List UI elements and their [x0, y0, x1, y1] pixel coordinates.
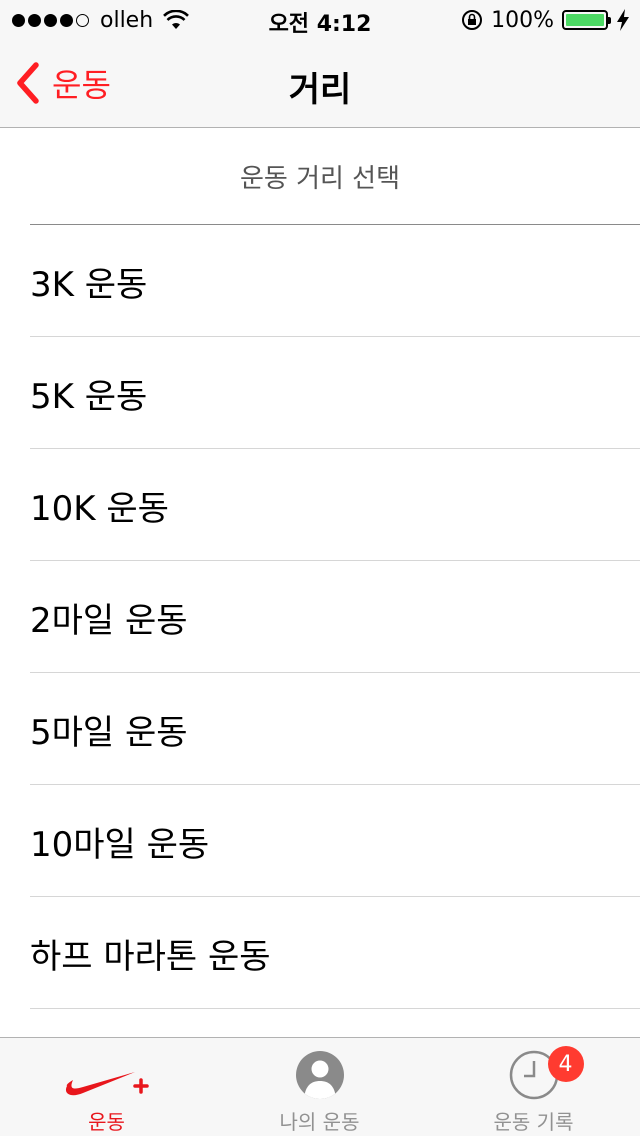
list-item-label: 3K 운동	[30, 264, 148, 305]
content: 운동 거리 선택 3K 운동 5K 운동 10K 운동 2마일 운동 5마일 운…	[0, 129, 640, 1037]
list-item-label: 10K 운동	[30, 488, 169, 529]
list-item-5k[interactable]: 5K 운동	[0, 337, 640, 449]
profile-icon	[295, 1051, 344, 1099]
battery-percent: 100%	[491, 7, 554, 33]
list-item-label: 하프 마라톤 운동	[30, 936, 271, 977]
distance-list: 3K 운동 5K 운동 10K 운동 2마일 운동 5마일 운동 10마일 운동…	[0, 225, 640, 1009]
status-bar: olleh 오전 4:12 100%	[0, 0, 640, 40]
history-badge: 4	[547, 1046, 584, 1082]
tab-my-workouts[interactable]: 나의 운동	[213, 1038, 426, 1136]
list-item-half-marathon[interactable]: 하프 마라톤 운동	[0, 897, 640, 1009]
list-item-5mile[interactable]: 5마일 운동	[0, 673, 640, 785]
tab-history[interactable]: 4 운동 기록	[427, 1038, 640, 1136]
nike-plus-icon	[65, 1072, 149, 1096]
list-item-label: 5마일 운동	[30, 712, 188, 753]
tab-label: 나의 운동	[279, 1110, 360, 1134]
tab-label: 운동 기록	[493, 1110, 574, 1134]
charging-bolt-icon	[617, 9, 629, 31]
section-header: 운동 거리 선택	[30, 129, 640, 225]
navigation-bar: 운동 거리	[0, 40, 640, 128]
screen: olleh 오전 4:12 100% 운동 거리 운동 거리 선택 3K 운동 …	[0, 0, 640, 1136]
list-item-10mile[interactable]: 10마일 운동	[0, 785, 640, 897]
tab-bar: 운동 나의 운동 4 운동 기록	[0, 1037, 640, 1136]
list-item-label: 2마일 운동	[30, 600, 188, 641]
tab-label: 운동	[88, 1110, 125, 1134]
list-item-label: 5K 운동	[30, 376, 148, 417]
battery-icon	[562, 10, 611, 30]
list-item-2mile[interactable]: 2마일 운동	[0, 561, 640, 673]
list-item-10k[interactable]: 10K 운동	[0, 449, 640, 561]
list-item-label: 10마일 운동	[30, 824, 210, 865]
status-right: 100%	[461, 6, 630, 34]
tab-workout[interactable]: 운동	[0, 1038, 213, 1136]
rotation-lock-icon	[462, 10, 483, 30]
page-title: 거리	[288, 70, 352, 110]
list-item-3k[interactable]: 3K 운동	[0, 225, 640, 337]
